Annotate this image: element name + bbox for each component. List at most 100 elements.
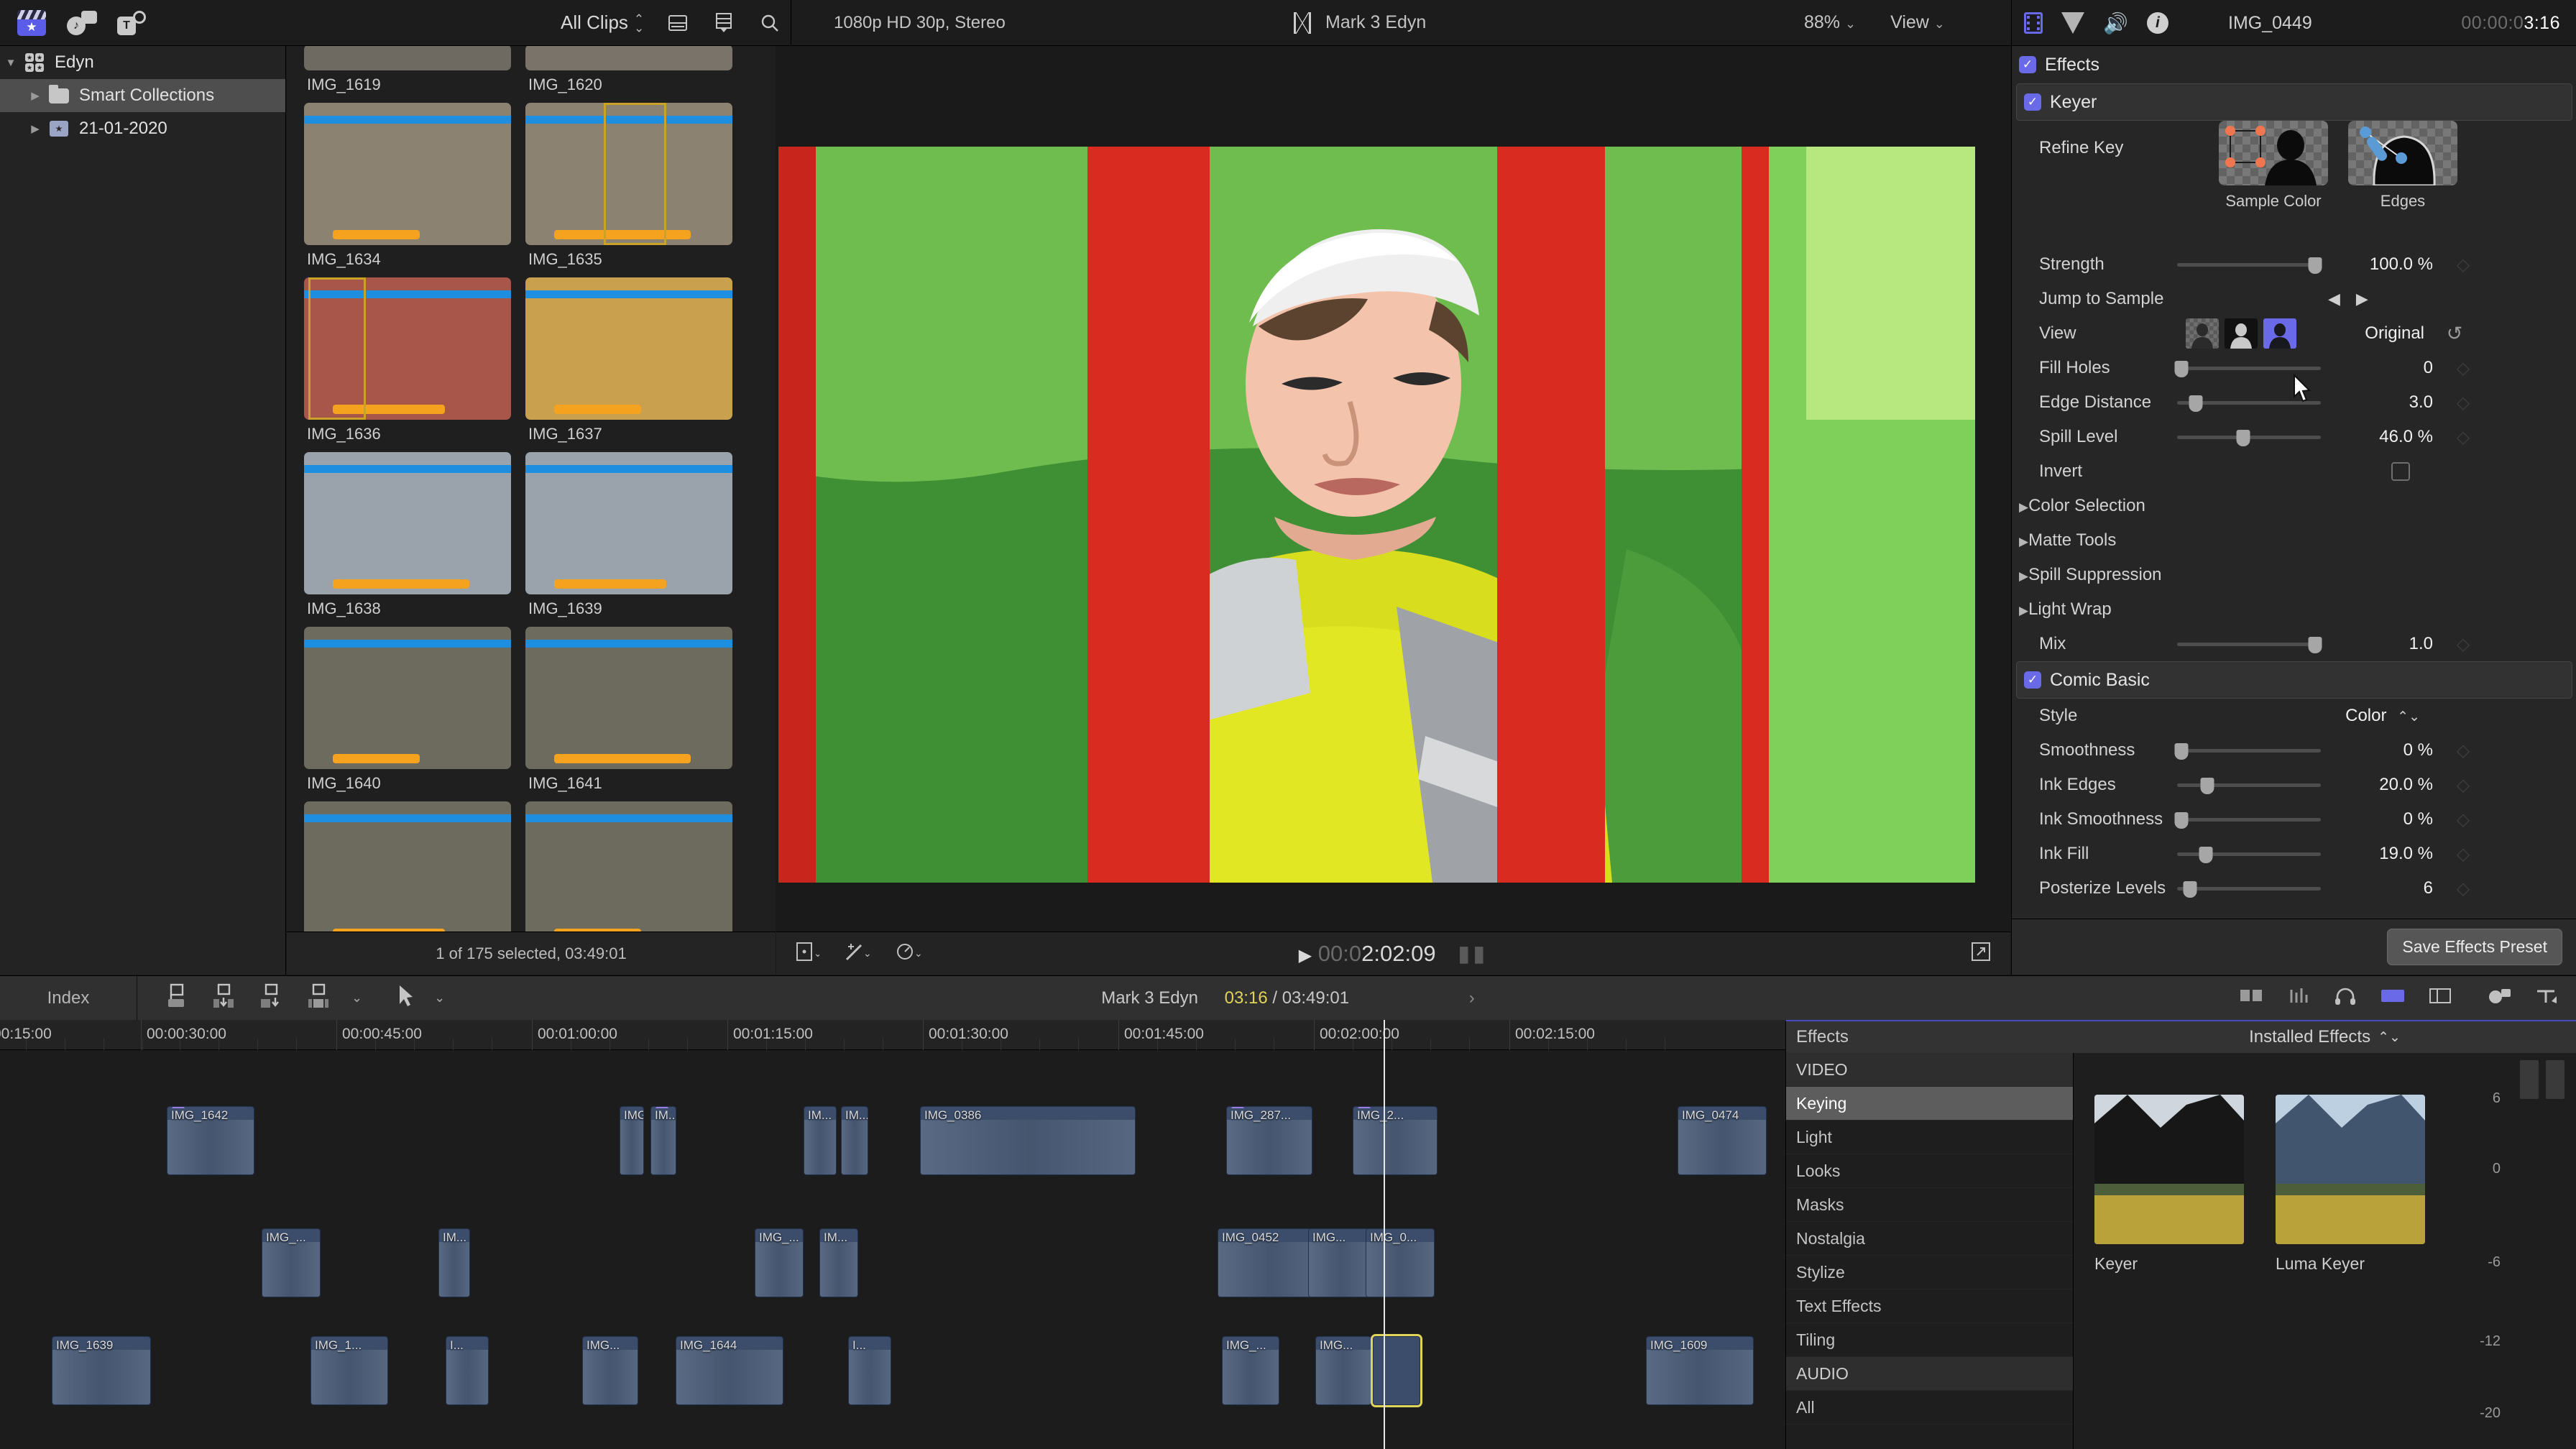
disclosure-triangle-closed-icon[interactable]: ▶ bbox=[24, 122, 46, 135]
clip-thumbnail[interactable] bbox=[304, 277, 511, 420]
video-inspector-icon[interactable] bbox=[2024, 12, 2043, 34]
effect-tile[interactable]: Luma Keyer bbox=[2276, 1095, 2425, 1449]
clip-thumbnail[interactable] bbox=[525, 452, 732, 594]
timeline-clip[interactable]: IMG_... bbox=[1222, 1336, 1279, 1405]
group-light-wrap[interactable]: ▶Light Wrap bbox=[2012, 592, 2576, 627]
zoom-level-popup[interactable]: 88% ⌄ bbox=[1804, 12, 1856, 33]
keyframe-button[interactable]: ◇ bbox=[2442, 427, 2485, 448]
search-icon[interactable] bbox=[758, 11, 782, 35]
timeline-clip[interactable]: I... bbox=[446, 1336, 489, 1405]
effect-tile[interactable]: Keyer bbox=[2094, 1095, 2244, 1449]
browser-clip[interactable]: IMG_1640 bbox=[304, 627, 511, 793]
music-photo-icon[interactable]: ♪ bbox=[66, 7, 98, 39]
audio-meters-icon[interactable] bbox=[2288, 987, 2310, 1009]
timeline-clip[interactable]: IMG_0474 bbox=[1678, 1106, 1767, 1175]
keyframe-button[interactable]: ◇ bbox=[2442, 358, 2485, 379]
param-value[interactable]: 1.0 bbox=[2321, 634, 2442, 654]
timeline-index-icon[interactable] bbox=[2429, 987, 2451, 1009]
keyframe-button[interactable]: ◇ bbox=[2442, 634, 2485, 655]
keyframe-button[interactable]: ◇ bbox=[2442, 254, 2485, 275]
style-popup[interactable]: Color ⌃⌄ bbox=[2321, 706, 2442, 726]
playhead[interactable] bbox=[1384, 1020, 1385, 1449]
disclosure-triangle-closed-icon[interactable]: ▶ bbox=[2019, 569, 2028, 583]
keyer-section-header[interactable]: ✓ Keyer bbox=[2016, 83, 2572, 121]
timeline-clip[interactable]: IMG_0... bbox=[1366, 1228, 1435, 1297]
param-value[interactable]: 19.0 % bbox=[2321, 844, 2442, 864]
ink-smoothness-slider[interactable] bbox=[2174, 802, 2321, 837]
timeline-clip[interactable]: IMG_... bbox=[262, 1228, 321, 1297]
timeline-clip[interactable]: IMG_1... bbox=[310, 1336, 388, 1405]
clip-thumbnail[interactable] bbox=[304, 46, 511, 70]
sidebar-item-smart-collections[interactable]: ▶ Smart Collections bbox=[0, 79, 285, 112]
timeline-clip[interactable]: IMG... bbox=[582, 1336, 638, 1405]
sidebar-item-edyn[interactable]: ▼ ★ ★ ★ ★ Edyn bbox=[0, 46, 285, 79]
titles-icon[interactable]: T bbox=[116, 7, 148, 39]
timeline-clip[interactable]: IM... bbox=[804, 1106, 837, 1175]
effects-inspector-icon[interactable] bbox=[2061, 12, 2084, 34]
spill-level-slider[interactable] bbox=[2177, 420, 2321, 454]
clip-thumbnail[interactable] bbox=[304, 452, 511, 594]
param-value[interactable]: 0 bbox=[2321, 358, 2442, 378]
effect-thumbnail[interactable] bbox=[2094, 1095, 2244, 1244]
comic-basic-section-header[interactable]: ✓ Comic Basic bbox=[2016, 661, 2572, 699]
browser-clip[interactable]: IMG_1639 bbox=[525, 452, 732, 618]
disclosure-triangle-closed-icon[interactable]: ▶ bbox=[24, 89, 46, 102]
timeline-clip[interactable]: IMG_... bbox=[620, 1106, 644, 1175]
browser-clip[interactable]: IMG_1635 bbox=[525, 103, 732, 269]
clapper-icon[interactable] bbox=[16, 7, 47, 39]
mix-slider[interactable] bbox=[2177, 627, 2322, 661]
list-view-icon[interactable] bbox=[666, 11, 690, 35]
effects-category-item[interactable]: Nostalgia bbox=[1786, 1222, 2073, 1256]
filmstrip-icon[interactable] bbox=[712, 11, 736, 35]
prev-sample-icon[interactable]: ◀ bbox=[2328, 290, 2340, 308]
clip-thumbnail[interactable] bbox=[304, 801, 511, 932]
param-value[interactable]: 6 bbox=[2321, 878, 2442, 898]
timeline-history-icon[interactable] bbox=[1294, 12, 1311, 34]
timeline-clip[interactable]: IMG_0386 bbox=[920, 1106, 1136, 1175]
view-menu[interactable]: View ⌄ bbox=[1890, 12, 1945, 33]
effects-section-header[interactable]: ✓ Effects bbox=[2012, 46, 2576, 83]
browser-clip[interactable]: IMG_1642 bbox=[304, 801, 511, 932]
clip-thumbnail[interactable] bbox=[525, 801, 732, 932]
group-matte-tools[interactable]: ▶Matte Tools bbox=[2012, 523, 2576, 558]
photos-audio-icon[interactable] bbox=[2475, 987, 2511, 1009]
param-value[interactable]: 46.0 % bbox=[2321, 427, 2442, 447]
timeline-canvas[interactable]: 00:15:0000:00:30:0000:00:45:0000:01:00:0… bbox=[0, 1020, 1785, 1449]
browser-clip[interactable]: IMG_1641 bbox=[525, 627, 732, 793]
keyframe-button[interactable]: ◇ bbox=[2442, 392, 2485, 413]
timeline-clip[interactable]: IM... bbox=[438, 1228, 470, 1297]
ink-fill-slider[interactable] bbox=[2177, 837, 2321, 871]
effects-thumbnail-grid[interactable]: Keyer Luma Keyer bbox=[2074, 1053, 2447, 1449]
next-sample-icon[interactable]: ▶ bbox=[2356, 290, 2368, 308]
disclosure-triangle-closed-icon[interactable]: ▶ bbox=[2019, 500, 2028, 514]
selected-timeline-clip[interactable] bbox=[1371, 1334, 1422, 1407]
param-value[interactable]: 100.0 % bbox=[2321, 254, 2442, 275]
disclosure-triangle-closed-icon[interactable]: ▶ bbox=[2019, 535, 2028, 548]
headphone-icon[interactable] bbox=[2334, 987, 2356, 1009]
clip-thumbnail[interactable] bbox=[525, 103, 732, 245]
clip-thumbnail[interactable] bbox=[304, 103, 511, 245]
timeline-clip[interactable]: IMG_287... bbox=[1226, 1106, 1312, 1175]
effects-category-item[interactable]: All bbox=[1786, 1391, 2073, 1425]
param-value[interactable]: 3.0 bbox=[2321, 392, 2442, 413]
comic-basic-checkbox[interactable]: ✓ bbox=[2024, 671, 2041, 689]
group-spill-suppression[interactable]: ▶Spill Suppression bbox=[2012, 558, 2576, 592]
browser-clip[interactable]: IMG_1638 bbox=[304, 452, 511, 618]
view-original-icon[interactable] bbox=[2263, 318, 2296, 349]
timeline-clip[interactable]: IMG_1609 bbox=[1646, 1336, 1754, 1405]
sample-color-button[interactable]: Sample Color bbox=[2219, 121, 2328, 211]
timeline-clip[interactable]: IMG_2... bbox=[1353, 1106, 1438, 1175]
timeline-clip[interactable]: IMG_1639 bbox=[52, 1336, 151, 1405]
fullscreen-icon[interactable] bbox=[1970, 941, 1992, 966]
clip-thumbnail[interactable] bbox=[525, 277, 732, 420]
browser-clip[interactable]: IMG_1643 bbox=[525, 801, 732, 932]
clip-thumbnail[interactable] bbox=[525, 627, 732, 769]
keyer-checkbox[interactable]: ✓ bbox=[2024, 93, 2041, 111]
effects-category-item[interactable]: Keying bbox=[1786, 1087, 2073, 1121]
browser-clip[interactable]: IMG_1636 bbox=[304, 277, 511, 443]
info-inspector-icon[interactable]: i bbox=[2146, 12, 2168, 34]
effects-category-list[interactable]: VIDEO Keying Light Looks Masks Nostalgia Styli… bbox=[1786, 1053, 2074, 1449]
timeline-ruler[interactable]: 00:15:0000:00:30:0000:00:45:0000:01:00:0… bbox=[0, 1020, 1785, 1050]
clips-filter-popup[interactable]: All Clips ⌃ ⌃ bbox=[561, 12, 644, 34]
inspector-scroll-area[interactable]: ✓ Effects ✓ Keyer Refine Key Sample Colo… bbox=[2012, 46, 2576, 919]
